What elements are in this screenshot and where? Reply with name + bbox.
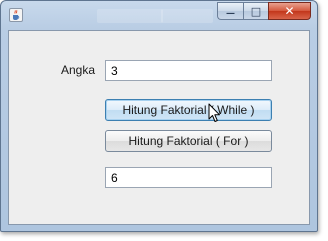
desktop: — □ ✕ Angka 3 Hitung Faktorial ( While )…: [0, 0, 328, 241]
background-window-ghost-2: [161, 9, 213, 23]
hitung-faktorial-while-label: Hitung Faktorial ( While ): [122, 103, 255, 117]
minimize-button[interactable]: —: [217, 2, 243, 20]
window-controls: — □ ✕: [217, 2, 311, 21]
background-window-ghost-1: [97, 9, 163, 23]
hitung-faktorial-for-button[interactable]: Hitung Faktorial ( For ): [105, 130, 272, 152]
minimize-icon: —: [226, 8, 235, 19]
app-window: — □ ✕ Angka 3 Hitung Faktorial ( While )…: [0, 0, 318, 232]
java-cup-icon[interactable]: [9, 8, 23, 22]
mouse-pointer-icon: [208, 103, 220, 122]
title-bar[interactable]: — □ ✕: [1, 1, 317, 29]
hitung-faktorial-for-label: Hitung Faktorial ( For ): [128, 134, 249, 148]
result-field[interactable]: 6: [105, 167, 272, 188]
content-panel: Angka 3 Hitung Faktorial ( While ) Hitun…: [8, 30, 310, 225]
angka-input[interactable]: 3: [105, 60, 272, 81]
close-button[interactable]: ✕: [268, 2, 311, 20]
close-icon: ✕: [284, 4, 295, 18]
maximize-icon: □: [250, 4, 262, 18]
maximize-button[interactable]: □: [243, 2, 268, 20]
hitung-faktorial-while-button[interactable]: Hitung Faktorial ( While ): [105, 99, 272, 121]
angka-label: Angka: [61, 63, 96, 77]
